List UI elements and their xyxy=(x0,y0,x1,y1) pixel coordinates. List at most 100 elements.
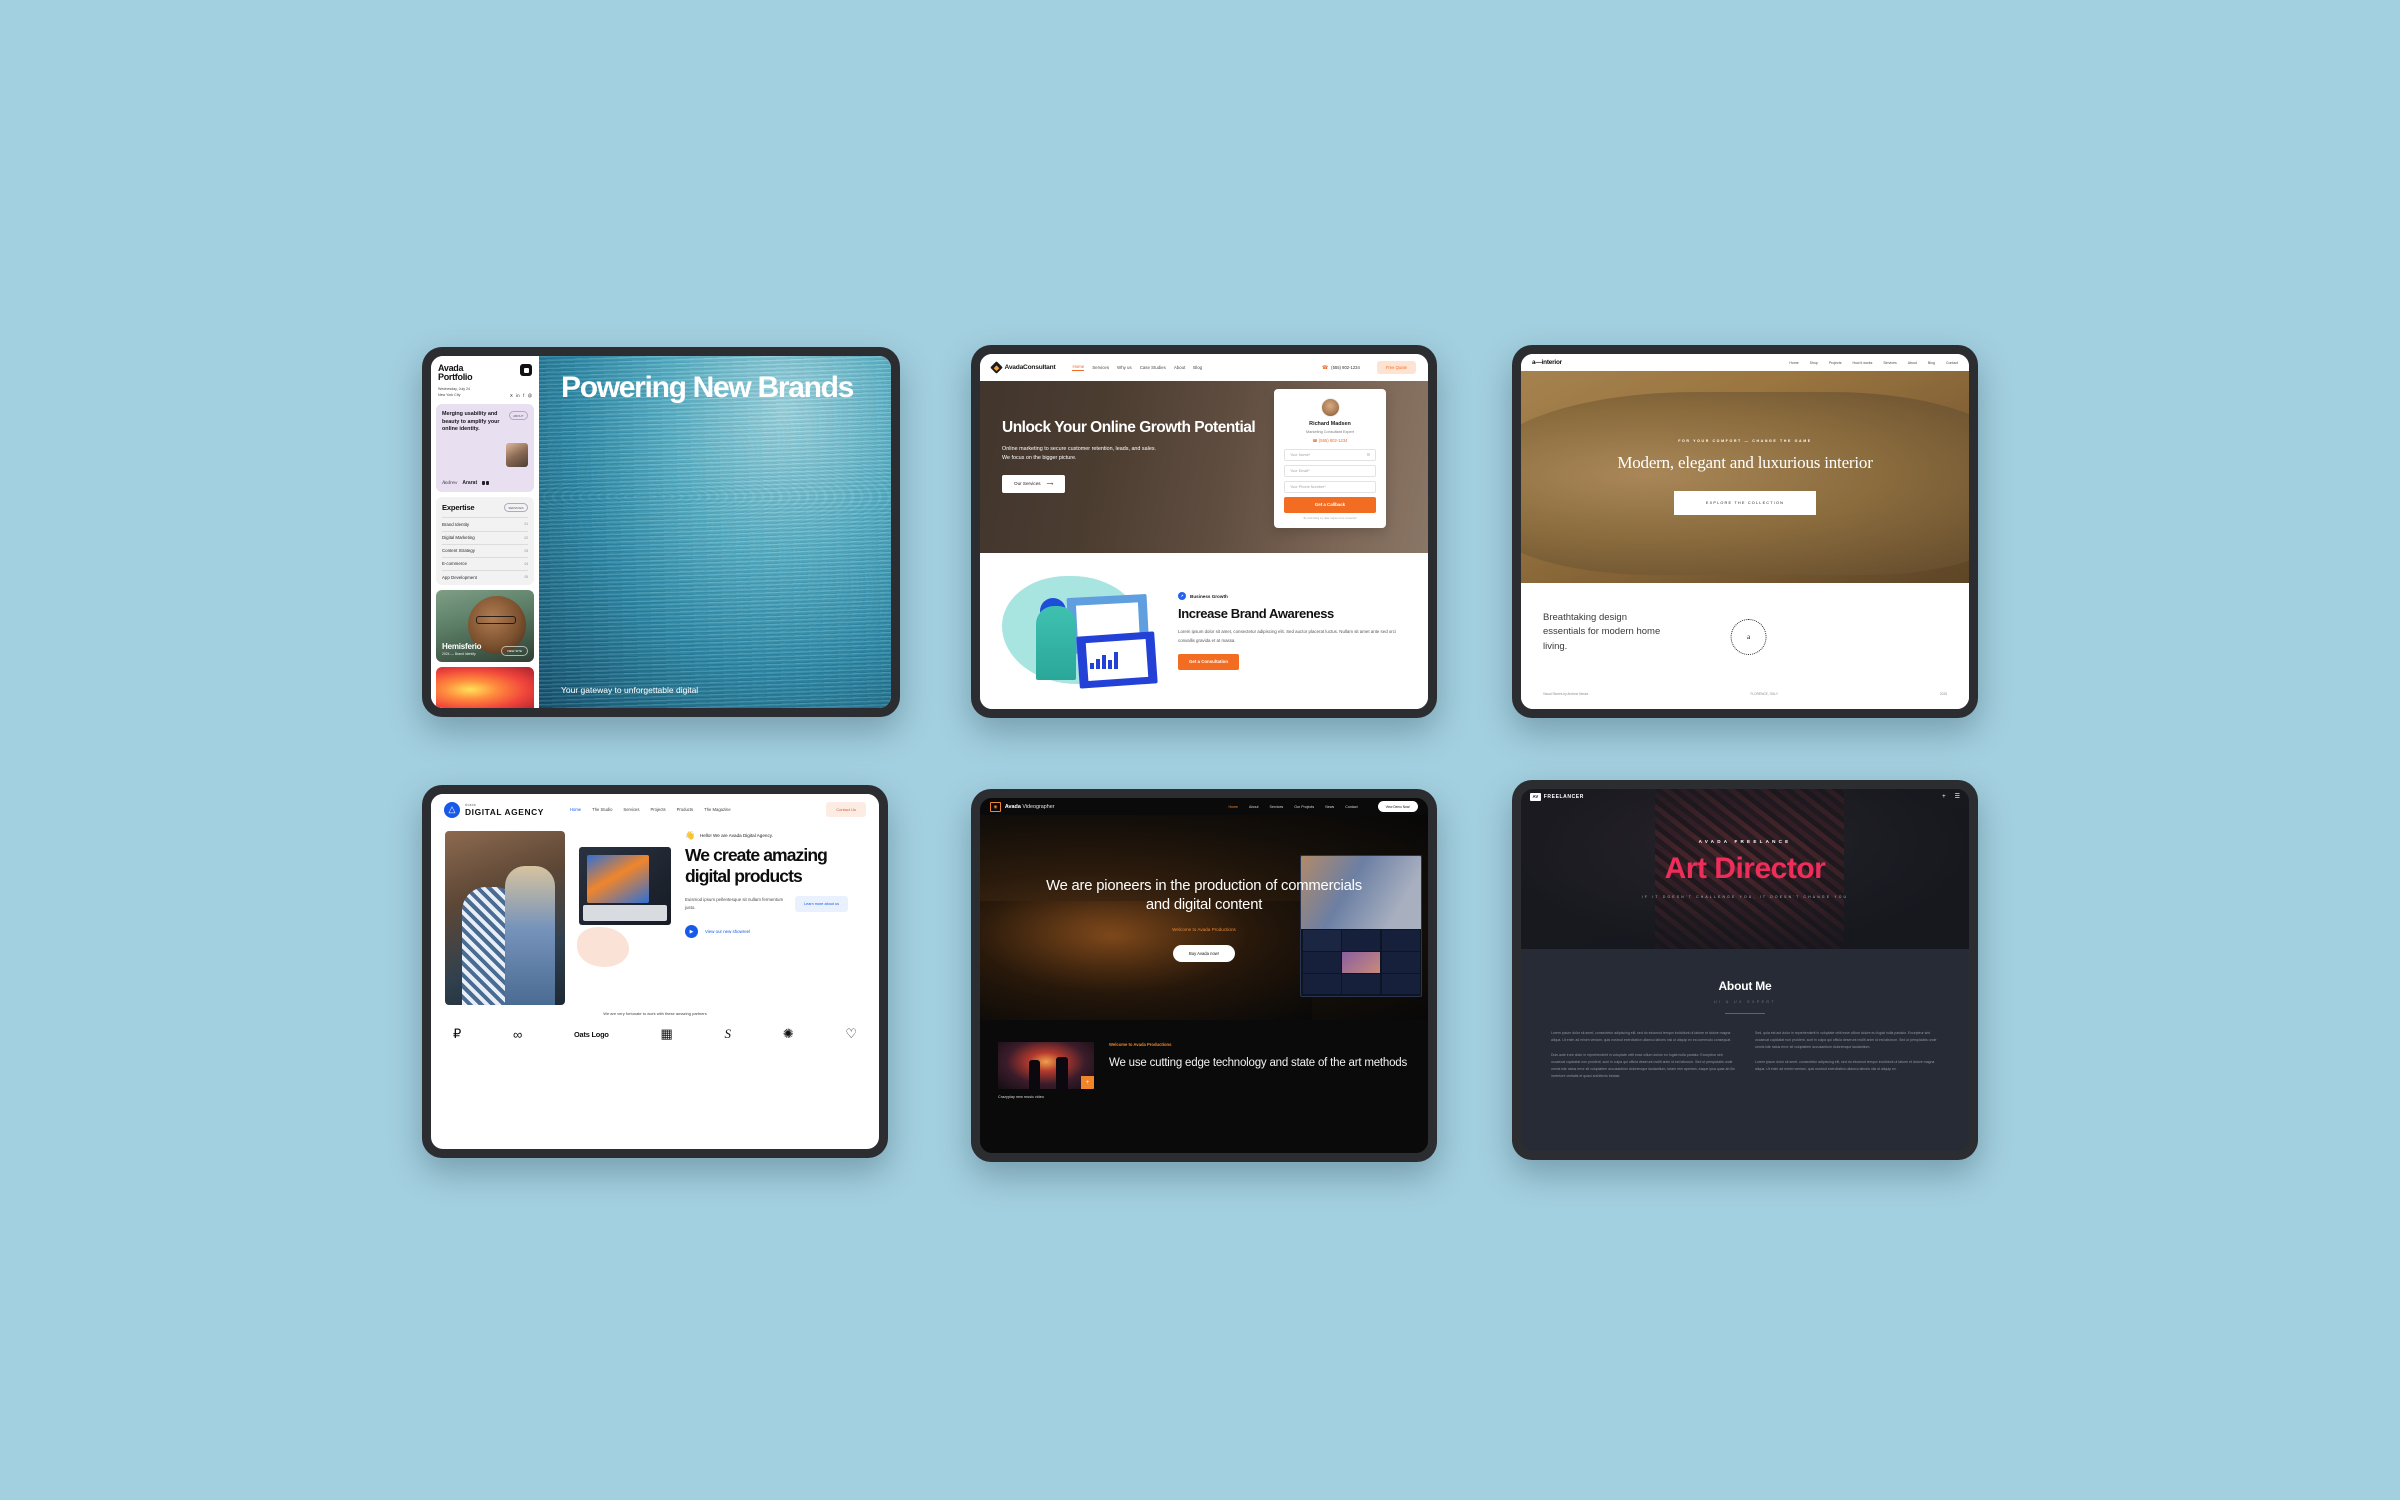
nav-news[interactable]: News xyxy=(1325,805,1334,809)
nav-about[interactable]: About xyxy=(1908,361,1917,365)
name-field[interactable]: Your Name* ☰ xyxy=(1284,448,1376,461)
nav-services[interactable]: Services xyxy=(1092,365,1109,370)
portfolio-promo-text: Merging usability and beauty to amplify … xyxy=(442,411,500,433)
view-site-button[interactable]: VIEW SITE xyxy=(500,646,528,657)
social-links[interactable]: X in f @ xyxy=(510,393,532,398)
get-callback-button[interactable]: Get a Callback xyxy=(1284,496,1376,513)
hamburger-menu-icon[interactable]: ☰ xyxy=(1955,793,1960,800)
agency-hello: 👋 Hello! We are Avada Digital Agency. xyxy=(685,831,865,840)
nav-blog[interactable]: Blog xyxy=(1928,361,1935,365)
consultant-contact-form[interactable]: Richard Madsen Marketing Consultant Expe… xyxy=(1274,389,1386,528)
template-gallery: Avada Portfolio Wednesday, July 24 New Y… xyxy=(0,0,2400,1500)
about-col1-p2: Duis aute irure dolor in reprehenderit i… xyxy=(1551,1053,1735,1078)
mail-icon[interactable]: @ xyxy=(528,393,532,398)
linkedin-icon[interactable]: in xyxy=(516,393,519,398)
plus-icon[interactable]: + xyxy=(1942,794,1946,800)
phone-field[interactable]: Your Phone Number* xyxy=(1284,480,1376,493)
free-quote-button[interactable]: Free Quote xyxy=(1376,361,1416,374)
agency-logo[interactable]: △ Avada DIGITAL AGENCY xyxy=(444,801,544,818)
agency-logo-big: DIGITAL AGENCY xyxy=(465,806,544,817)
freelancer-logo[interactable]: AV FREELANCER xyxy=(1530,792,1584,801)
expertise-item-label: E-commerce xyxy=(442,561,467,567)
expertise-item[interactable]: Digital Marketing 02 xyxy=(442,530,528,544)
portfolio-project-card-2[interactable] xyxy=(436,667,534,708)
email-field-placeholder: Your Email* xyxy=(1290,468,1310,473)
freelancer-about-section: About Me UI & UX EXPERT xyxy=(1521,949,1969,1014)
nav-contact[interactable]: Contact xyxy=(1946,361,1958,365)
business-growth-illustration xyxy=(996,572,1168,690)
template-card-avada-freelancer[interactable]: AV FREELANCER + ☰ AVADA FREELANCE Art Di… xyxy=(1512,780,1978,1160)
consultant-phone[interactable]: ☎ (555) 802-1234 xyxy=(1322,365,1360,371)
videographer-logo[interactable]: ◉ Avada Videographer xyxy=(990,801,1055,812)
expertise-item[interactable]: Content Strategy 03 xyxy=(442,543,528,557)
nav-home[interactable]: Home xyxy=(1228,805,1238,809)
agency-partner-logos: ₽ ∞ Oats Logo ▦ S ✺ ♡ xyxy=(431,1016,879,1042)
nav-contact[interactable]: Contact xyxy=(1345,805,1357,809)
template-card-avada-consultant[interactable]: AvadaConsultant Home Services Why us Cas… xyxy=(971,345,1437,718)
learn-more-button[interactable]: Learn more about us xyxy=(795,896,849,912)
about-col2-p2: Lorem ipsum dolor sit amet, consectetur … xyxy=(1755,1060,1935,1071)
contact-us-button[interactable]: Contact Us xyxy=(826,802,866,817)
menu-icon[interactable] xyxy=(520,364,532,376)
expertise-item[interactable]: E-commerce 04 xyxy=(442,556,528,570)
nav-products[interactable]: Products xyxy=(677,807,694,812)
nav-projects[interactable]: Projects xyxy=(650,807,665,812)
nav-why-us[interactable]: Why us xyxy=(1117,365,1132,370)
expertise-title: Expertise xyxy=(442,503,475,513)
consultant-form-phone[interactable]: ☎ (555) 802-1234 xyxy=(1284,438,1376,443)
nav-home[interactable]: Home xyxy=(570,807,581,812)
nav-our-projects[interactable]: Our Projects xyxy=(1294,805,1314,809)
view-demo-button[interactable]: View Demo Now! xyxy=(1377,801,1418,812)
business-growth-tag: ↗ Business Growth xyxy=(1178,592,1412,601)
template-card-avada-videographer[interactable]: ◉ Avada Videographer Home About Services… xyxy=(971,789,1437,1162)
about-me-title: About Me xyxy=(1718,979,1772,993)
our-services-button[interactable]: Our Services ⟶ xyxy=(1002,474,1066,493)
nav-services[interactable]: Services xyxy=(1883,361,1896,365)
videographer-navbar: ◉ Avada Videographer Home About Services… xyxy=(980,798,1428,815)
template-card-avada-portfolio[interactable]: Avada Portfolio Wednesday, July 24 New Y… xyxy=(422,347,900,717)
expertise-item[interactable]: App Development 05 xyxy=(442,570,528,583)
buy-avada-button[interactable]: Buy Avada now! xyxy=(1173,944,1235,962)
facebook-icon[interactable]: f xyxy=(523,393,524,398)
portfolio-project-card[interactable]: Hemisferio 2024 — Brand Identity VIEW SI… xyxy=(436,590,534,663)
explore-collection-button[interactable]: EXPLORE THE COLLECTION xyxy=(1673,490,1817,515)
nav-services[interactable]: Services xyxy=(623,807,639,812)
x-icon[interactable]: X xyxy=(510,393,513,398)
nav-about[interactable]: About xyxy=(1174,365,1185,370)
template-card-digital-agency[interactable]: △ Avada DIGITAL AGENCY Home The Studio S… xyxy=(422,785,888,1158)
nav-about[interactable]: About xyxy=(1249,805,1258,809)
name-field-placeholder: Your Name* xyxy=(1290,452,1311,457)
nav-case-studies[interactable]: Case Studies xyxy=(1140,365,1166,370)
agency-body: Euismod ipsum pellentesque sit nullam fe… xyxy=(685,897,784,910)
nav-shop[interactable]: Shop xyxy=(1810,361,1818,365)
template-card-a-interior[interactable]: a—interior Home Shop Projects How it wor… xyxy=(1512,345,1978,718)
business-growth-label: Business Growth xyxy=(1190,593,1228,599)
nav-home[interactable]: Home xyxy=(1789,361,1798,365)
nav-services[interactable]: Services xyxy=(1269,805,1283,809)
expertise-pill[interactable]: SERVICES xyxy=(503,503,528,513)
portfolio-logo[interactable]: Avada Portfolio xyxy=(438,363,473,382)
video-thumbnail[interactable]: + Crazyplay new music video xyxy=(998,1042,1094,1099)
nav-the-magazine[interactable]: The Magazine xyxy=(704,807,731,812)
consultant-logo[interactable]: AvadaConsultant xyxy=(990,361,1056,374)
interior-footer-right: 2025 xyxy=(1939,692,1947,696)
nav-home[interactable]: Home xyxy=(1072,364,1085,372)
plus-icon[interactable]: + xyxy=(1081,1076,1094,1089)
nav-the-studio[interactable]: The Studio xyxy=(592,807,612,812)
portfolio-brand: Ararat xyxy=(462,480,478,487)
portfolio-hero: Powering New Brands Your gateway to unfo… xyxy=(539,356,891,708)
diamond-logo-icon xyxy=(990,361,1003,374)
nav-projects[interactable]: Projects xyxy=(1829,361,1842,365)
consultant-phone-number: (555) 802-1234 xyxy=(1331,365,1360,370)
interior-footer-center: FLORENCE, ITALY xyxy=(1750,692,1778,696)
nav-how-it-works[interactable]: How it works xyxy=(1853,361,1873,365)
interior-logo[interactable]: a—interior xyxy=(1532,359,1562,366)
showreel-link[interactable]: ▶ View our new showreel xyxy=(685,925,865,938)
interior-footer-section: Breathtaking design essentials for moder… xyxy=(1521,583,1969,709)
expertise-item[interactable]: Brand Identity 01 xyxy=(442,517,528,530)
expertise-item-label: Content Strategy xyxy=(442,548,475,554)
get-consultation-button[interactable]: Get a Consultation xyxy=(1178,653,1240,670)
portfolio-about-pill[interactable]: ABOUT xyxy=(508,411,528,421)
nav-blog[interactable]: Blog xyxy=(1193,365,1202,370)
email-field[interactable]: Your Email* xyxy=(1284,464,1376,477)
